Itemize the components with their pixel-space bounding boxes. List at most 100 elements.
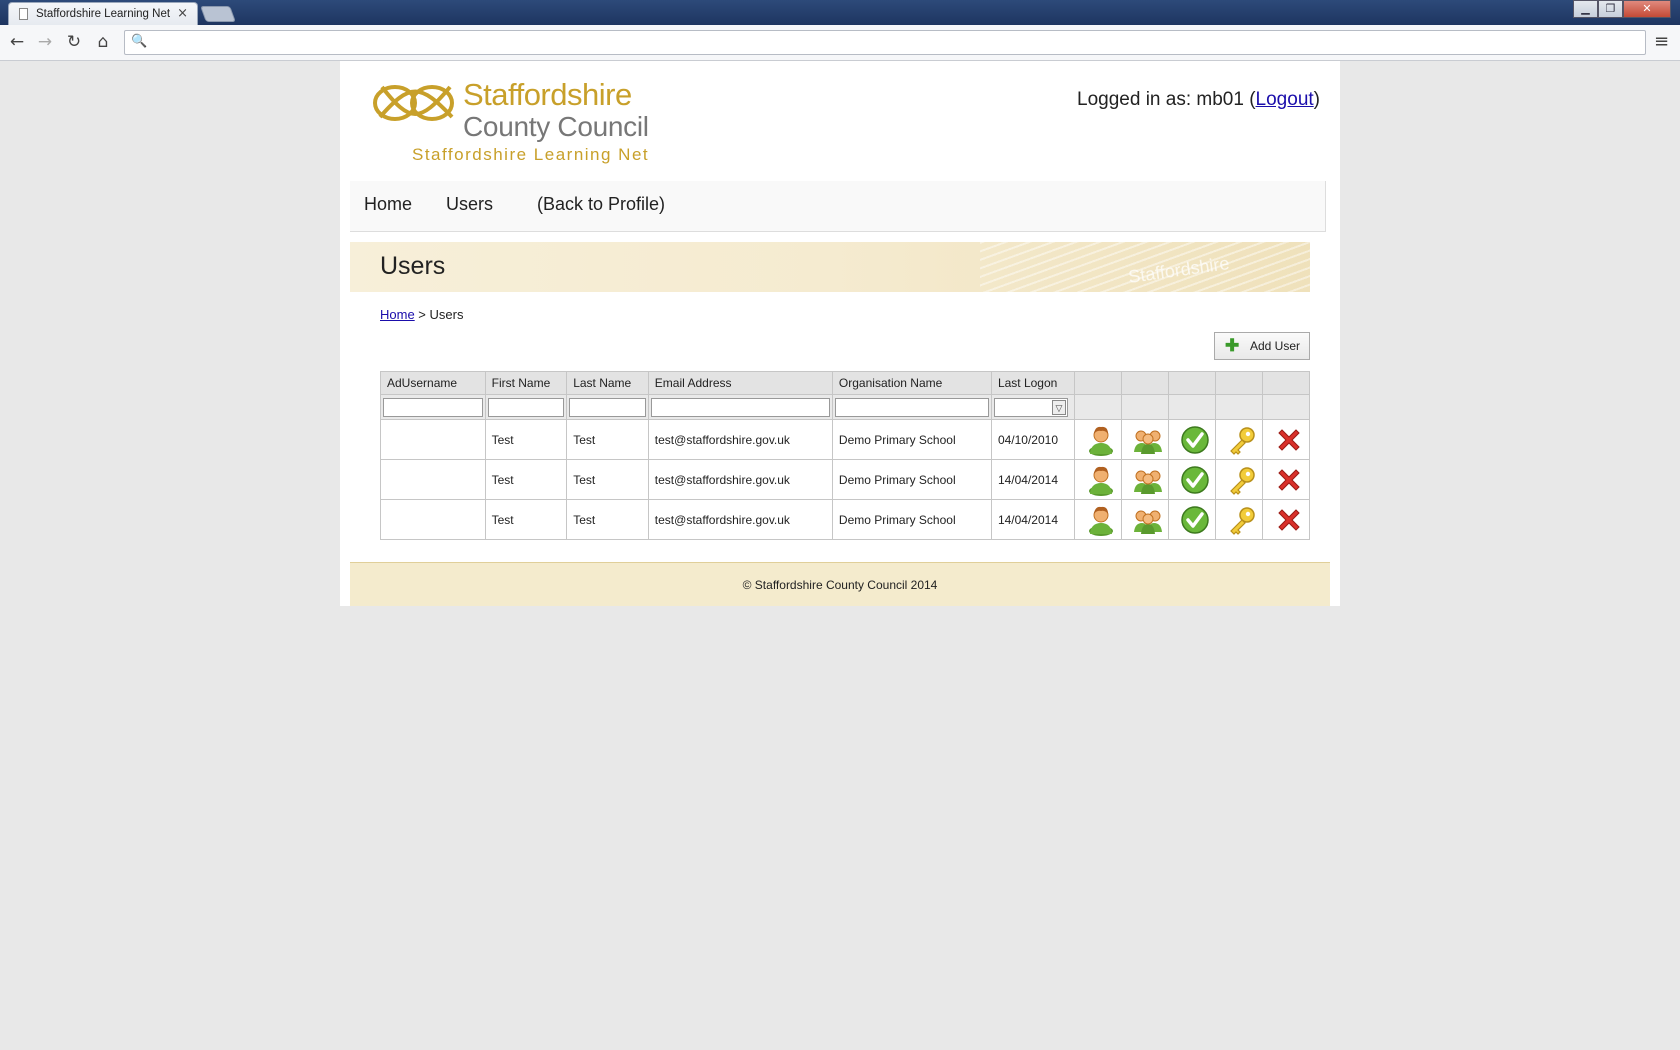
column-header-organisation[interactable]: Organisation Name <box>831 371 992 395</box>
nav-item-users[interactable]: Users <box>446 194 493 215</box>
add-icon: ✚ <box>1225 336 1240 355</box>
breadcrumb-home-link[interactable]: Home <box>380 307 415 322</box>
group-icon[interactable] <box>1132 504 1164 536</box>
logo-text-county-council: County Council <box>463 111 649 142</box>
close-window-button[interactable]: ✕ <box>1623 0 1671 18</box>
cell-email: test@staffordshire.gov.uk <box>647 419 833 460</box>
filter-cell <box>566 394 649 420</box>
table-row[interactable]: Test Test test@staffordshire.gov.uk Demo… <box>380 499 1311 540</box>
last-name-filter-input[interactable] <box>569 397 646 417</box>
last-logon-filter-select[interactable]: ▽ <box>993 397 1068 417</box>
filter-cell <box>1167 394 1216 420</box>
column-header-last-logon[interactable]: Last Logon <box>990 371 1075 395</box>
cell-action <box>1261 459 1311 500</box>
address-bar[interactable]: 🔍 <box>124 30 1646 55</box>
chevron-down-icon[interactable]: ▽ <box>1051 399 1066 415</box>
filter-cell <box>380 394 486 420</box>
page-banner: Staffordshire Users <box>350 242 1310 292</box>
cell-action <box>1120 459 1169 500</box>
cell-email: test@staffordshire.gov.uk <box>647 459 833 500</box>
cell-last-logon: 14/04/2014 <box>990 459 1075 500</box>
forward-icon[interactable]: → <box>34 32 56 52</box>
knot-logo-icon <box>373 85 454 121</box>
user-icon[interactable] <box>1085 424 1117 456</box>
filter-cell <box>1261 394 1311 420</box>
filter-cell: ▽ <box>990 394 1075 420</box>
cell-action <box>1167 499 1216 540</box>
adusername-filter-input[interactable] <box>383 397 483 417</box>
delete-icon[interactable] <box>1273 424 1305 456</box>
logo-text-learning-net: Staffordshire Learning Net <box>412 145 650 164</box>
add-user-label: Add User <box>1250 339 1301 353</box>
tab-close-icon[interactable]: × <box>177 6 188 21</box>
key-icon[interactable] <box>1226 424 1258 456</box>
menu-icon[interactable]: ≡ <box>1654 31 1669 52</box>
column-header-action <box>1261 371 1311 395</box>
key-icon[interactable] <box>1226 504 1258 536</box>
user-icon[interactable] <box>1085 504 1117 536</box>
page-title: Users <box>380 252 446 280</box>
cell-action <box>1073 419 1122 460</box>
page-footer: © Staffordshire County Council 2014 <box>350 562 1330 606</box>
new-tab-button[interactable] <box>200 6 236 22</box>
nav-item-back-to-profile[interactable]: (Back to Profile) <box>537 194 665 215</box>
cell-last-name: Test <box>566 419 649 460</box>
copyright-text: © Staffordshire County Council 2014 <box>742 578 938 592</box>
main-navigation: Home Users (Back to Profile) <box>350 181 1326 232</box>
browser-titlebar: Staffordshire Learning Net × ▁ ❐ ✕ <box>0 0 1680 25</box>
table-row[interactable]: Test Test test@staffordshire.gov.uk Demo… <box>380 419 1311 460</box>
cell-action <box>1073 459 1122 500</box>
cell-organisation: Demo Primary School <box>831 419 992 460</box>
filter-cell <box>831 394 992 420</box>
back-icon[interactable]: ← <box>6 32 28 52</box>
group-icon[interactable] <box>1132 464 1164 496</box>
approve-icon[interactable] <box>1179 504 1211 536</box>
cell-first-name: Test <box>484 499 568 540</box>
column-header-action <box>1120 371 1169 395</box>
first-name-filter-input[interactable] <box>487 397 565 417</box>
cell-last-logon: 14/04/2014 <box>990 499 1075 540</box>
cell-last-name: Test <box>566 499 649 540</box>
approve-icon[interactable] <box>1179 464 1211 496</box>
nav-item-home[interactable]: Home <box>364 194 412 215</box>
column-header-action <box>1167 371 1216 395</box>
home-icon[interactable]: ⌂ <box>92 32 114 52</box>
maximize-button[interactable]: ❐ <box>1598 0 1623 18</box>
key-icon[interactable] <box>1226 464 1258 496</box>
cell-action <box>1261 499 1311 540</box>
browser-tab[interactable]: Staffordshire Learning Net × <box>8 2 198 25</box>
logged-in-suffix: ) <box>1313 89 1320 110</box>
column-header-first-name[interactable]: First Name <box>484 371 568 395</box>
column-header-adusername[interactable]: AdUsername <box>380 371 486 395</box>
cell-first-name: Test <box>484 459 568 500</box>
organisation-filter-input[interactable] <box>834 397 989 417</box>
column-header-action <box>1073 371 1122 395</box>
filter-cell <box>1073 394 1122 420</box>
delete-icon[interactable] <box>1273 504 1305 536</box>
cell-adusername <box>380 499 486 540</box>
page-icon <box>19 8 28 20</box>
reload-icon[interactable]: ↻ <box>63 32 85 52</box>
approve-icon[interactable] <box>1179 424 1211 456</box>
table-row[interactable]: Test Test test@staffordshire.gov.uk Demo… <box>380 459 1311 500</box>
column-header-action <box>1214 371 1263 395</box>
cell-first-name: Test <box>484 419 568 460</box>
minimize-button[interactable]: ▁ <box>1573 0 1598 18</box>
cell-organisation: Demo Primary School <box>831 499 992 540</box>
delete-icon[interactable] <box>1273 464 1305 496</box>
column-header-email[interactable]: Email Address <box>647 371 833 395</box>
column-header-last-name[interactable]: Last Name <box>566 371 649 395</box>
cell-action <box>1214 499 1263 540</box>
cell-email: test@staffordshire.gov.uk <box>647 499 833 540</box>
email-filter-input[interactable] <box>650 397 830 417</box>
council-logo[interactable]: Staffordshire County Council Staffordshi… <box>370 69 660 164</box>
user-icon[interactable] <box>1085 464 1117 496</box>
cell-action <box>1073 499 1122 540</box>
table-header-row: AdUsername First Name Last Name Email Ad… <box>380 371 1311 395</box>
cell-action <box>1214 459 1263 500</box>
logout-link[interactable]: Logout <box>1256 89 1314 110</box>
group-icon[interactable] <box>1132 424 1164 456</box>
add-user-button[interactable]: ✚ Add User <box>1214 332 1310 360</box>
breadcrumb: Home > Users <box>380 307 463 322</box>
cell-action <box>1214 419 1263 460</box>
